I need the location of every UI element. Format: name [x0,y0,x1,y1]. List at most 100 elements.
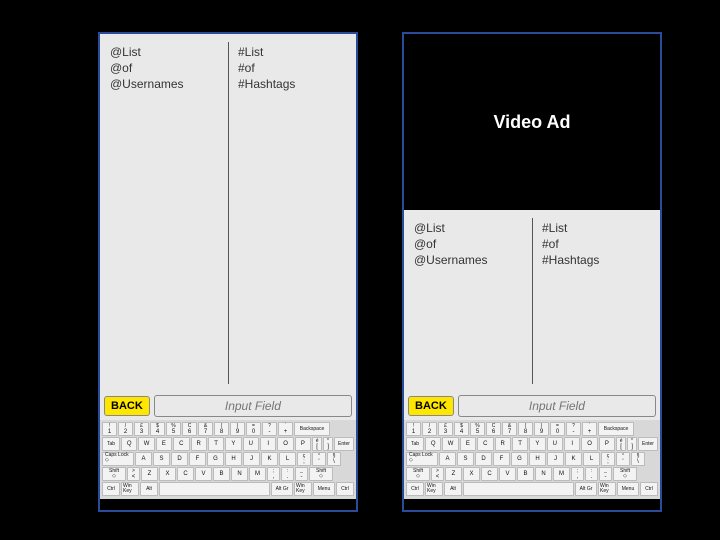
enter-key[interactable]: Enter [334,437,354,451]
key[interactable]: (8 [518,422,533,436]
key[interactable]: /2 [118,422,133,436]
key[interactable]: C [173,437,189,451]
key[interactable]: S [457,452,474,466]
altgr-key[interactable]: Alt Gr [271,482,293,496]
key[interactable]: R [495,437,511,451]
key[interactable]: :. [281,467,294,481]
key[interactable]: $4 [454,422,469,436]
input-field[interactable] [458,395,656,417]
key[interactable]: K [261,452,278,466]
key[interactable]: %5 [470,422,485,436]
win-key[interactable]: Win Key [598,482,616,496]
key[interactable]: C [481,467,498,481]
key[interactable]: M [249,467,266,481]
key[interactable]: U [547,437,563,451]
key[interactable]: C6 [486,422,501,436]
key[interactable]: _- [295,467,308,481]
key[interactable]: °' [616,452,630,466]
key[interactable]: D [171,452,188,466]
key[interactable]: >< [127,467,140,481]
key[interactable]: °' [312,452,326,466]
key[interactable]: L [279,452,296,466]
key[interactable]: *] [627,437,637,451]
backspace-key[interactable]: Backspace [294,422,330,436]
ctrl-key[interactable]: Ctrl [336,482,354,496]
key[interactable]: B [213,467,230,481]
back-button[interactable]: BACK [408,396,454,416]
key[interactable]: D [475,452,492,466]
tab-key[interactable]: Tab [102,437,120,451]
key[interactable]: F [493,452,510,466]
key[interactable]: `+ [582,422,597,436]
key[interactable]: !1 [406,422,421,436]
win-key[interactable]: Win Key [294,482,312,496]
capslock-key[interactable]: Caps Lock◇ [102,452,134,466]
key[interactable]: E [156,437,172,451]
key[interactable]: §\ [631,452,645,466]
key[interactable]: J [547,452,564,466]
key[interactable]: ;, [571,467,584,481]
key[interactable]: $4 [150,422,165,436]
key[interactable]: A [135,452,152,466]
key[interactable]: V [499,467,516,481]
key[interactable]: I [564,437,580,451]
key[interactable]: Q [425,437,441,451]
key[interactable]: é[ [312,437,322,451]
key[interactable]: H [225,452,242,466]
key[interactable]: K [565,452,582,466]
input-field[interactable] [154,395,352,417]
win-key[interactable]: Win Key [121,482,139,496]
key[interactable]: (8 [214,422,229,436]
key[interactable]: J [243,452,260,466]
back-button[interactable]: BACK [104,396,150,416]
key[interactable]: V [195,467,212,481]
key[interactable]: Y [529,437,545,451]
key[interactable]: ç; [297,452,311,466]
key[interactable]: N [535,467,552,481]
onscreen-keyboard[interactable]: !1/2£3$4%5C6&7(8)9=0?-`+BackspaceTabQWEC… [404,420,660,499]
shift-key[interactable]: Shift◇ [613,467,637,481]
key[interactable]: )9 [534,422,549,436]
key[interactable]: B [517,467,534,481]
key[interactable]: ç; [601,452,615,466]
win-key[interactable]: Win Key [425,482,443,496]
backspace-key[interactable]: Backspace [598,422,634,436]
ctrl-key[interactable]: Ctrl [102,482,120,496]
key[interactable]: =0 [246,422,261,436]
key[interactable]: é[ [616,437,626,451]
key[interactable]: Y [225,437,241,451]
key[interactable]: Z [445,467,462,481]
key[interactable]: M [553,467,570,481]
key[interactable]: §\ [327,452,341,466]
key[interactable]: C [177,467,194,481]
onscreen-keyboard[interactable]: !1/2£3$4%5C6&7(8)9=0?-`+BackspaceTabQWEC… [100,420,356,499]
key[interactable]: T [208,437,224,451]
ctrl-key[interactable]: Ctrl [640,482,658,496]
key[interactable]: &7 [198,422,213,436]
key[interactable]: C [477,437,493,451]
key[interactable]: G [511,452,528,466]
key[interactable]: A [439,452,456,466]
key[interactable]: W [442,437,458,451]
key[interactable]: N [231,467,248,481]
key[interactable]: W [138,437,154,451]
menu-key[interactable]: Menu [313,482,335,496]
key[interactable]: R [191,437,207,451]
space-key[interactable] [159,482,270,496]
key[interactable]: /2 [422,422,437,436]
key[interactable]: L [583,452,600,466]
alt-key[interactable]: Alt [444,482,462,496]
shift-key[interactable]: Shift◇ [406,467,430,481]
key[interactable]: *] [323,437,333,451]
key[interactable]: ?- [566,422,581,436]
key[interactable]: P [295,437,311,451]
key[interactable]: U [243,437,259,451]
key[interactable]: X [463,467,480,481]
key[interactable]: :. [585,467,598,481]
ctrl-key[interactable]: Ctrl [406,482,424,496]
key[interactable]: X [159,467,176,481]
key[interactable]: )9 [230,422,245,436]
key[interactable]: G [207,452,224,466]
shift-key[interactable]: Shift◇ [309,467,333,481]
key[interactable]: ;, [267,467,280,481]
